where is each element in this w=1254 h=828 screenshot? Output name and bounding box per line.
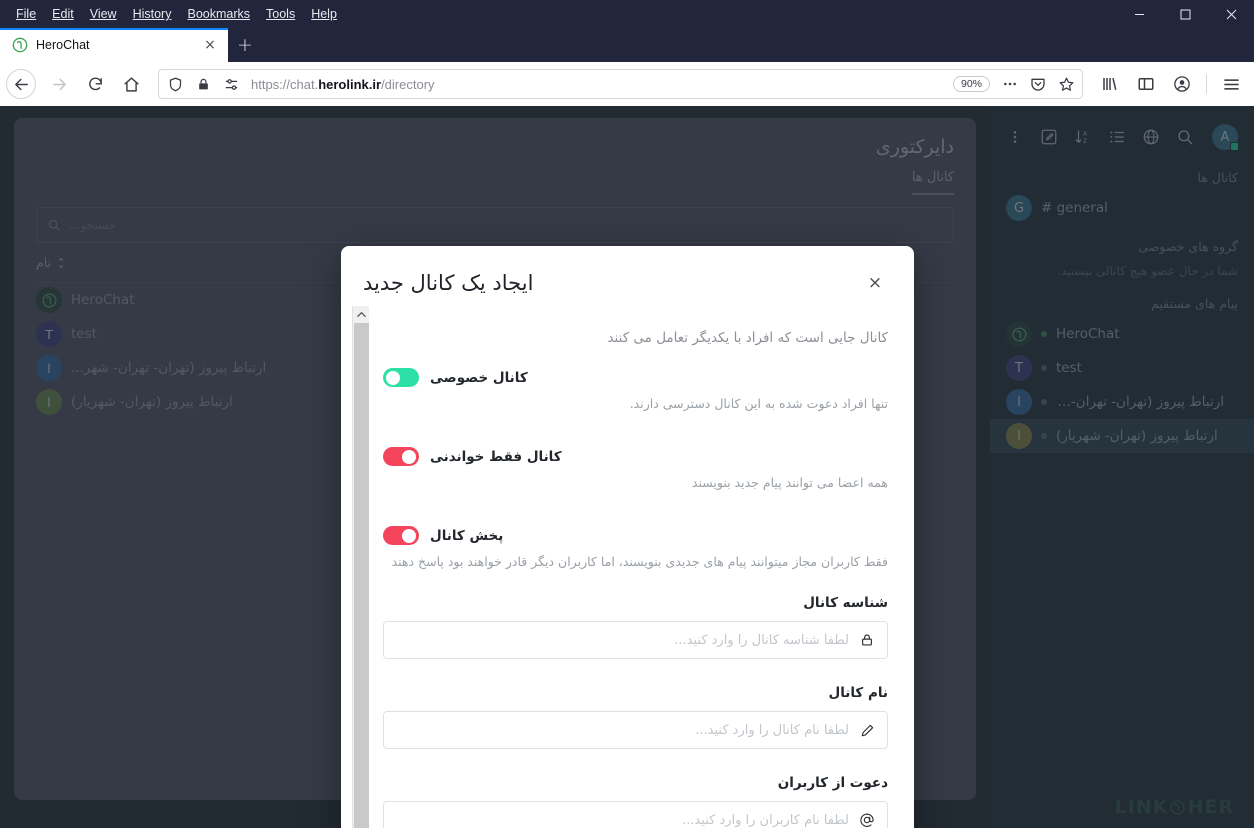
zoom-level-badge[interactable]: 90% <box>952 76 990 92</box>
url-text[interactable]: https://chat.herolink.ir/directory <box>247 77 949 92</box>
modal-scrollbar[interactable] <box>352 306 369 828</box>
toggle-row-broadcast-channel: پخش کانال <box>383 526 888 545</box>
read-only-channel-toggle[interactable] <box>383 447 419 466</box>
close-icon[interactable]: × <box>862 270 888 296</box>
back-button[interactable] <box>6 69 36 99</box>
minimize-button[interactable] <box>1116 0 1162 28</box>
page-content: AZ A کانال ها general # G <box>0 106 1254 828</box>
invite-users-placeholder: لطفا نام کاربران را وارد کنید... <box>682 812 849 828</box>
channel-name-input[interactable]: لطفا نام کانال را وارد کنید... <box>383 711 888 749</box>
toggle-helper: فقط کاربران مجاز میتوانند پیام های جدیدی… <box>391 554 888 569</box>
url-prefix: https://chat. <box>251 76 319 92</box>
sidebar-button[interactable] <box>1129 67 1163 101</box>
permissions-icon[interactable] <box>219 72 243 96</box>
toggle-row-read-only-channel: کانال فقط خواندنی <box>383 447 888 466</box>
modal-subtitle: کانال جایی است که افراد با یکدیگر تعامل … <box>607 330 888 346</box>
address-bar[interactable]: https://chat.herolink.ir/directory 90% <box>158 69 1083 99</box>
back-arrow-icon <box>14 78 28 90</box>
lock-icon[interactable] <box>191 72 215 96</box>
close-button[interactable] <box>1208 0 1254 28</box>
field-label-channel-name: نام کانال <box>828 685 888 701</box>
new-tab-button[interactable]: + <box>228 28 262 62</box>
app-menu-button[interactable] <box>1214 67 1248 101</box>
account-icon <box>1174 76 1190 92</box>
reload-icon <box>88 77 102 90</box>
modal-title: ایجاد یک کانال جدید <box>363 271 534 295</box>
modal-body: کانال جایی است که افراد با یکدیگر تعامل … <box>341 308 914 828</box>
menu-file[interactable]: File <box>8 3 44 25</box>
menu-help[interactable]: Help <box>303 3 345 25</box>
field-label-invite-users: دعوت از کاربران <box>777 775 888 791</box>
menu-edit[interactable]: Edit <box>44 3 82 25</box>
toggle-knob <box>402 449 416 464</box>
at-sign-icon <box>859 812 875 828</box>
toggle-helper: همه اعضا می توانند پیام جدید بنویسند <box>691 475 888 490</box>
home-icon <box>123 76 139 92</box>
menu-bookmarks[interactable]: Bookmarks <box>179 3 258 25</box>
maximize-icon <box>1180 9 1190 19</box>
toolbar-divider <box>1206 74 1207 94</box>
toggle-label: پخش کانال <box>430 527 504 544</box>
create-channel-modal: ایجاد یک کانال جدید × کانال جایی است که … <box>341 246 914 828</box>
chevron-up-icon <box>356 312 366 317</box>
shield-icon[interactable] <box>163 72 187 96</box>
forward-arrow-icon <box>52 78 66 90</box>
tab-title: HeroChat <box>36 38 90 52</box>
toggle-label: کانال خصوصی <box>430 369 528 386</box>
menu-tools[interactable]: Tools <box>258 3 303 25</box>
herochat-logo-icon <box>12 37 28 53</box>
app-menu-icon <box>1223 78 1239 90</box>
maximize-button[interactable] <box>1162 0 1208 28</box>
modal-header: ایجاد یک کانال جدید × <box>341 246 914 308</box>
home-button[interactable] <box>114 67 148 101</box>
broadcast-channel-toggle[interactable] <box>383 526 419 545</box>
field-label-channel-id: شناسه کانال <box>803 595 888 611</box>
tab-strip: HeroChat × + <box>0 28 1254 62</box>
toggle-row-private-channel: کانال خصوصی <box>383 368 888 387</box>
toggle-knob <box>386 370 400 385</box>
scrollbar-thumb[interactable] <box>354 323 369 828</box>
bookmark-star-icon[interactable] <box>1054 72 1078 96</box>
invite-users-input[interactable]: لطفا نام کاربران را وارد کنید... <box>383 801 888 828</box>
channel-id-placeholder: لطفا شناسه کانال را وارد کنید... <box>674 632 849 648</box>
library-button[interactable] <box>1093 67 1127 101</box>
close-icon <box>1226 9 1236 19</box>
menu-view[interactable]: View <box>82 3 125 25</box>
reload-button[interactable] <box>78 67 112 101</box>
private-channel-toggle[interactable] <box>383 368 419 387</box>
page-actions-icon[interactable] <box>998 72 1022 96</box>
pocket-icon[interactable] <box>1026 72 1050 96</box>
library-icon <box>1103 78 1117 90</box>
url-path: /directory <box>381 76 435 92</box>
navigation-toolbar: https://chat.herolink.ir/directory 90% <box>0 62 1254 106</box>
toggle-label: کانال فقط خواندنی <box>430 448 562 465</box>
pencil-icon <box>859 722 875 738</box>
account-button[interactable] <box>1165 67 1199 101</box>
url-domain: herolink.ir <box>318 76 382 92</box>
browser-tab-herochat[interactable]: HeroChat × <box>0 28 228 62</box>
scroll-up-arrow[interactable] <box>353 306 369 323</box>
minimize-icon <box>1134 13 1144 15</box>
toggle-knob <box>402 528 416 543</box>
channel-id-input[interactable]: لطفا شناسه کانال را وارد کنید... <box>383 621 888 659</box>
toggle-helper: تنها افراد دعوت شده به این کانال دسترسی … <box>629 396 888 411</box>
sidebar-icon <box>1138 78 1154 90</box>
menu-history[interactable]: History <box>125 3 180 25</box>
lock-icon <box>859 632 875 648</box>
tab-close-button[interactable]: × <box>200 35 220 55</box>
browser-window: File Edit View History Bookmarks Tools H… <box>0 0 1254 828</box>
menu-bar: File Edit View History Bookmarks Tools H… <box>0 3 345 25</box>
title-bar: File Edit View History Bookmarks Tools H… <box>0 0 1254 28</box>
window-controls <box>1116 0 1254 28</box>
channel-name-placeholder: لطفا نام کانال را وارد کنید... <box>695 722 849 738</box>
forward-button[interactable] <box>42 67 76 101</box>
